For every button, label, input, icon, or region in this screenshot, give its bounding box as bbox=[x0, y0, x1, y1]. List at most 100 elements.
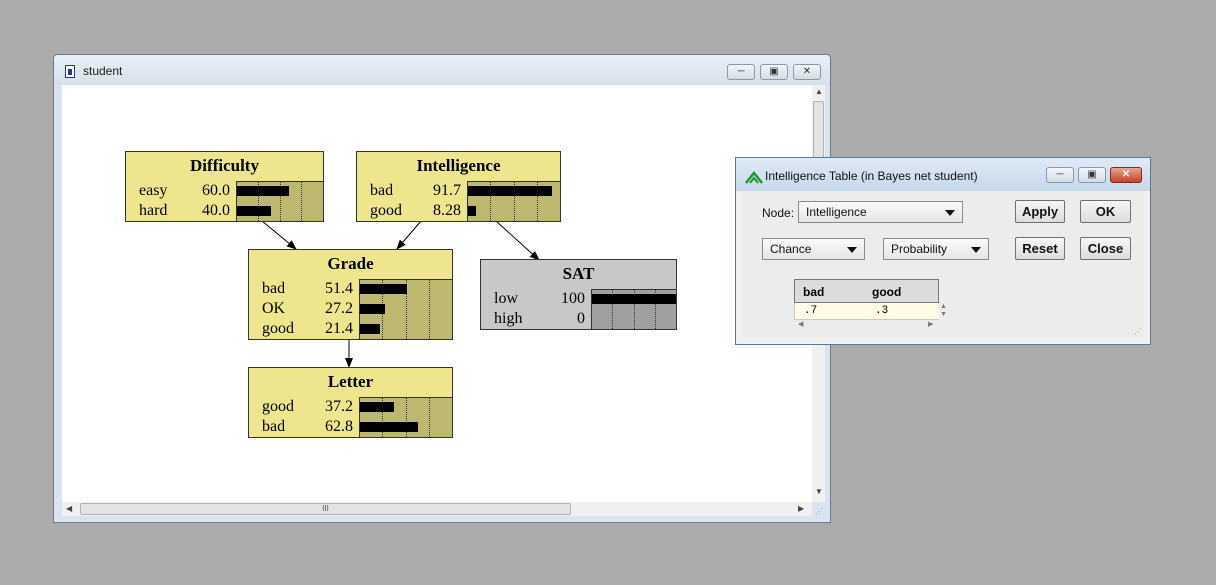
reset-button[interactable]: Reset bbox=[1015, 237, 1065, 260]
bar-gridline bbox=[301, 181, 302, 221]
node-state-row[interactable]: low 100 bbox=[481, 289, 591, 309]
belief-bar-area bbox=[591, 289, 676, 329]
state-probability: 21.4 bbox=[325, 320, 353, 337]
node-state-row[interactable]: high 0 bbox=[481, 309, 591, 329]
node-grade[interactable]: Grade bad 51.4 OK 27.2 good 21.4 bbox=[248, 249, 453, 340]
node-select[interactable]: Intelligence bbox=[798, 201, 963, 223]
node-letter[interactable]: Letter good 37.2 bad 62.8 bbox=[248, 367, 453, 438]
network-canvas[interactable]: Difficulty easy 60.0 hard 40.0 Intelligence ba… bbox=[62, 85, 812, 502]
node-sat[interactable]: SAT low 100 high 0 bbox=[480, 259, 677, 330]
node-state-row[interactable]: good 37.2 bbox=[249, 397, 359, 417]
apply-button[interactable]: Apply bbox=[1015, 200, 1065, 223]
close-icon: ✕ bbox=[802, 66, 812, 77]
belief-bar bbox=[360, 324, 380, 334]
node-state-row[interactable]: bad 62.8 bbox=[249, 417, 359, 437]
state-label: high bbox=[494, 310, 523, 327]
state-label: good bbox=[262, 398, 294, 415]
table-row: .7 .3 bbox=[794, 303, 939, 320]
document-icon bbox=[65, 65, 75, 78]
minimize-button[interactable]: ─ bbox=[727, 64, 755, 80]
link-intelligence-grade bbox=[396, 220, 422, 250]
chevron-down-icon[interactable]: ▼ bbox=[940, 311, 947, 318]
scroll-right-icon[interactable]: ▶ bbox=[928, 320, 933, 328]
node-state-row[interactable]: good 21.4 bbox=[249, 319, 359, 339]
minimize-icon: ─ bbox=[737, 66, 745, 77]
dialog-title-bar[interactable]: Intelligence Table (in Bayes net student… bbox=[736, 158, 1150, 191]
dialog-body: Node: Intelligence Apply OK Chance Proba… bbox=[742, 191, 1144, 338]
node-intelligence[interactable]: Intelligence bad 91.7 good 8.28 bbox=[356, 151, 561, 222]
node-state-row[interactable]: hard 40.0 bbox=[126, 201, 236, 221]
maximize-button[interactable]: ▣ bbox=[760, 64, 788, 80]
table-hscroll[interactable]: ◀ ▶ bbox=[794, 320, 939, 330]
node-state-row[interactable]: bad 91.7 bbox=[357, 181, 467, 201]
state-label: easy bbox=[139, 182, 168, 199]
state-probability: 37.2 bbox=[325, 398, 353, 415]
scroll-grip: III bbox=[322, 504, 329, 513]
resize-grip-icon[interactable]: ⋰ bbox=[815, 507, 823, 516]
node-state-row[interactable]: good 8.28 bbox=[357, 201, 467, 221]
dialog-title: Intelligence Table (in Bayes net student… bbox=[765, 169, 978, 183]
node-state-row[interactable]: easy 60.0 bbox=[126, 181, 236, 201]
scroll-down-icon[interactable]: ▼ bbox=[815, 487, 823, 496]
dialog-maximize-button[interactable]: ▣ bbox=[1078, 167, 1106, 183]
chevron-down-icon bbox=[945, 210, 955, 216]
node-state-list: bad 51.4 OK 27.2 good 21.4 bbox=[249, 279, 360, 339]
scroll-left-icon[interactable]: ◀ bbox=[798, 320, 803, 328]
maximize-icon: ▣ bbox=[1087, 169, 1097, 180]
state-probability: 27.2 bbox=[325, 300, 353, 317]
node-belief-body: bad 91.7 good 8.28 bbox=[357, 181, 560, 221]
node-belief-body: good 37.2 bad 62.8 bbox=[249, 397, 452, 437]
node-title: Letter bbox=[249, 368, 452, 398]
node-title: Intelligence bbox=[357, 152, 560, 182]
minimize-icon: ─ bbox=[1056, 169, 1064, 180]
chevron-down-icon bbox=[847, 247, 857, 253]
table-header: bad good bbox=[794, 279, 939, 303]
table-type-select[interactable]: Probability bbox=[883, 238, 989, 260]
close-button[interactable]: ✕ bbox=[793, 64, 821, 80]
node-belief-body: easy 60.0 hard 40.0 bbox=[126, 181, 323, 221]
node-label: Node: bbox=[762, 206, 795, 220]
node-state-list: easy 60.0 hard 40.0 bbox=[126, 181, 237, 221]
belief-bar bbox=[360, 402, 394, 412]
state-label: bad bbox=[262, 280, 286, 297]
chevron-up-icon[interactable]: ▲ bbox=[940, 303, 947, 310]
state-probability: 0 bbox=[577, 310, 585, 327]
dialog-close-button[interactable]: ✕ bbox=[1110, 167, 1142, 183]
belief-bar bbox=[468, 186, 552, 196]
link-difficulty-grade bbox=[261, 220, 297, 250]
state-probability: 62.8 bbox=[325, 418, 353, 435]
main-window: student ─ ▣ ✕ Difficulty easy 60.0 hard 40.0… bbox=[53, 54, 831, 523]
table-header-cell: bad bbox=[803, 285, 825, 299]
state-probability: 60.0 bbox=[202, 182, 230, 199]
dialog-minimize-button[interactable]: ─ bbox=[1046, 167, 1074, 183]
table-spinner[interactable]: ▲ ▼ bbox=[940, 303, 947, 319]
node-difficulty[interactable]: Difficulty easy 60.0 hard 40.0 bbox=[125, 151, 324, 222]
horizontal-scrollbar[interactable]: ◀ III ▶ bbox=[62, 502, 812, 516]
maximize-icon: ▣ bbox=[769, 66, 779, 77]
state-probability: 51.4 bbox=[325, 280, 353, 297]
bar-gridline bbox=[429, 397, 430, 437]
state-label: OK bbox=[262, 300, 286, 317]
title-bar[interactable]: student ─ ▣ ✕ bbox=[54, 55, 830, 85]
table-cell[interactable]: .3 bbox=[875, 305, 888, 317]
chevron-down-icon bbox=[971, 247, 981, 253]
scroll-left-icon[interactable]: ◀ bbox=[66, 504, 72, 513]
node-state-row[interactable]: OK 27.2 bbox=[249, 299, 359, 319]
node-title: SAT bbox=[481, 260, 676, 290]
state-label: bad bbox=[262, 418, 286, 435]
dialog-resize-grip-icon[interactable]: ⋰ bbox=[1134, 327, 1142, 336]
node-type-select[interactable]: Chance bbox=[762, 238, 865, 260]
ok-button[interactable]: OK bbox=[1080, 200, 1131, 223]
belief-bar bbox=[237, 206, 271, 216]
state-probability: 8.28 bbox=[433, 202, 461, 219]
close-dialog-button[interactable]: Close bbox=[1080, 237, 1131, 260]
horizontal-scroll-thumb[interactable]: III bbox=[80, 503, 571, 515]
window-title: student bbox=[83, 64, 123, 78]
node-state-row[interactable]: bad 51.4 bbox=[249, 279, 359, 299]
node-state-list: bad 91.7 good 8.28 bbox=[357, 181, 468, 221]
scroll-up-icon[interactable]: ▲ bbox=[815, 87, 823, 96]
scroll-right-icon[interactable]: ▶ bbox=[798, 504, 804, 513]
state-label: bad bbox=[370, 182, 394, 199]
table-cell[interactable]: .7 bbox=[804, 305, 817, 317]
state-probability: 40.0 bbox=[202, 202, 230, 219]
